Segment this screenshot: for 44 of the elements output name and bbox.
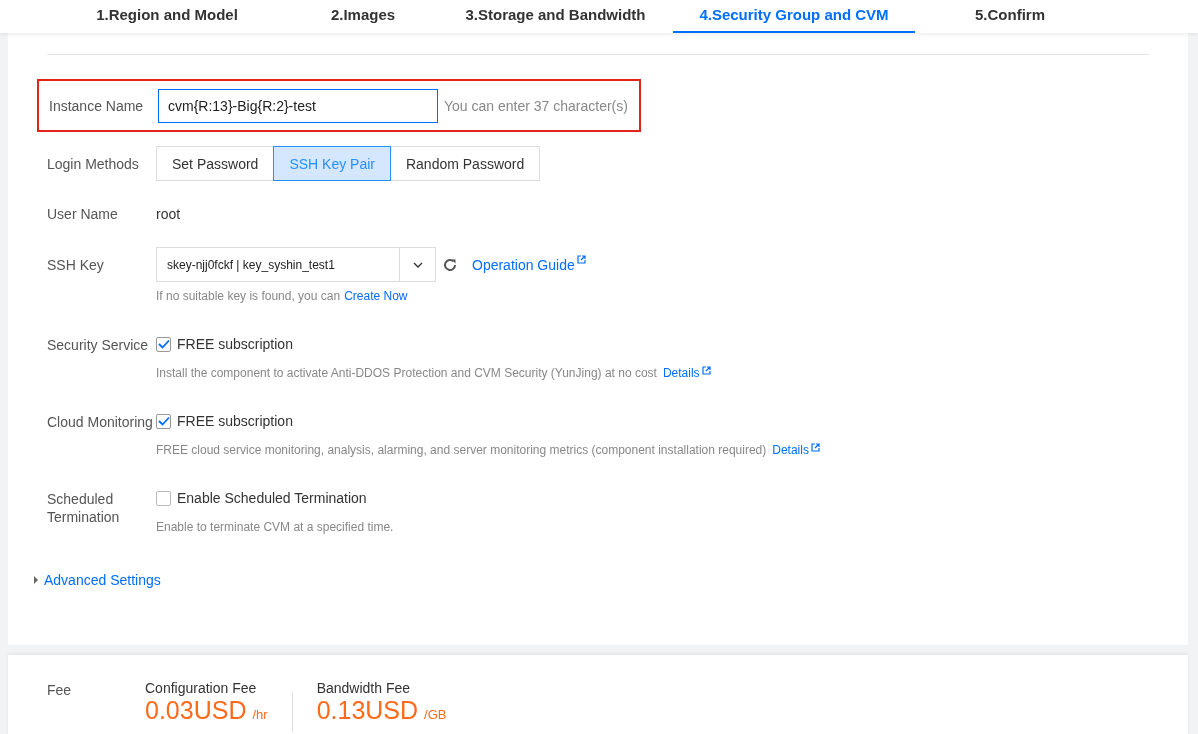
operation-guide-link[interactable]: Operation Guide <box>472 256 575 273</box>
field-label: Instance Name <box>49 97 145 114</box>
hint-text: You can enter 37 character(s) <box>444 97 628 114</box>
fee-amount: 0.13USD <box>316 696 419 725</box>
caret-icon <box>412 261 423 268</box>
details-link[interactable]: Details <box>772 443 809 457</box>
user-name-value: root <box>156 206 181 222</box>
refresh-icon[interactable] <box>442 256 458 273</box>
fee-name: Bandwidth Fee <box>316 680 412 696</box>
login-method-option[interactable]: Set Password <box>156 146 275 181</box>
checkbox-label: FREE subscription <box>177 336 293 352</box>
external-link-icon <box>701 366 711 375</box>
checkbox[interactable] <box>156 336 171 352</box>
fee-unit: /hr <box>252 707 268 722</box>
field-label: User Name <box>47 206 119 222</box>
checkbox-label: FREE subscription <box>177 413 293 429</box>
description-text: FREE cloud service monitoring, analysis, alarming, and server monitoring metrics (component installation required) <box>156 443 767 457</box>
step-tab[interactable]: 5.Confirm <box>915 0 1105 33</box>
step-tab[interactable]: 2.Images <box>288 0 438 33</box>
checkbox[interactable] <box>156 413 171 429</box>
hint-text: If no suitable key is found, you can <box>156 289 341 303</box>
field-label: Cloud Monitoring <box>47 413 154 432</box>
step-tab[interactable]: 1.Region and Model <box>46 0 288 33</box>
field-label: SSH Key <box>47 256 105 273</box>
checkbox[interactable] <box>156 490 171 506</box>
field-label: Security Service <box>47 336 150 355</box>
checkbox-label: Enable Scheduled Termination <box>177 490 367 506</box>
details-link[interactable]: Details <box>662 366 700 380</box>
login-method-option[interactable]: Random Password <box>389 146 541 181</box>
ssh-key-dropdown[interactable]: skey-njj0fckf | key_syshin_test1 <box>156 247 436 282</box>
field-label: Scheduled Termination <box>47 490 121 527</box>
external-link-icon <box>576 255 586 264</box>
external-link-icon <box>810 443 820 452</box>
instance-name-input[interactable]: cvm{R:13}-Big{R:2}-test <box>158 88 438 123</box>
create-now-link[interactable]: Create Now <box>344 289 408 303</box>
fee-label: Fee <box>47 682 73 698</box>
fee-amount: 0.03USD <box>145 696 247 725</box>
description-text: Install the component to activate Anti-DDOS Protection and CVM Security (YunJing) at no cost <box>156 366 657 380</box>
description-text: Enable to terminate CVM at a specified time. <box>156 520 394 534</box>
step-tab[interactable]: 3.Storage and Bandwidth <box>438 0 673 33</box>
fee-unit: /GB <box>424 707 447 722</box>
field-label: Login Methods <box>47 155 140 172</box>
fee-name: Configuration Fee <box>145 680 258 696</box>
advanced-settings-link[interactable]: Advanced Settings <box>44 572 161 588</box>
